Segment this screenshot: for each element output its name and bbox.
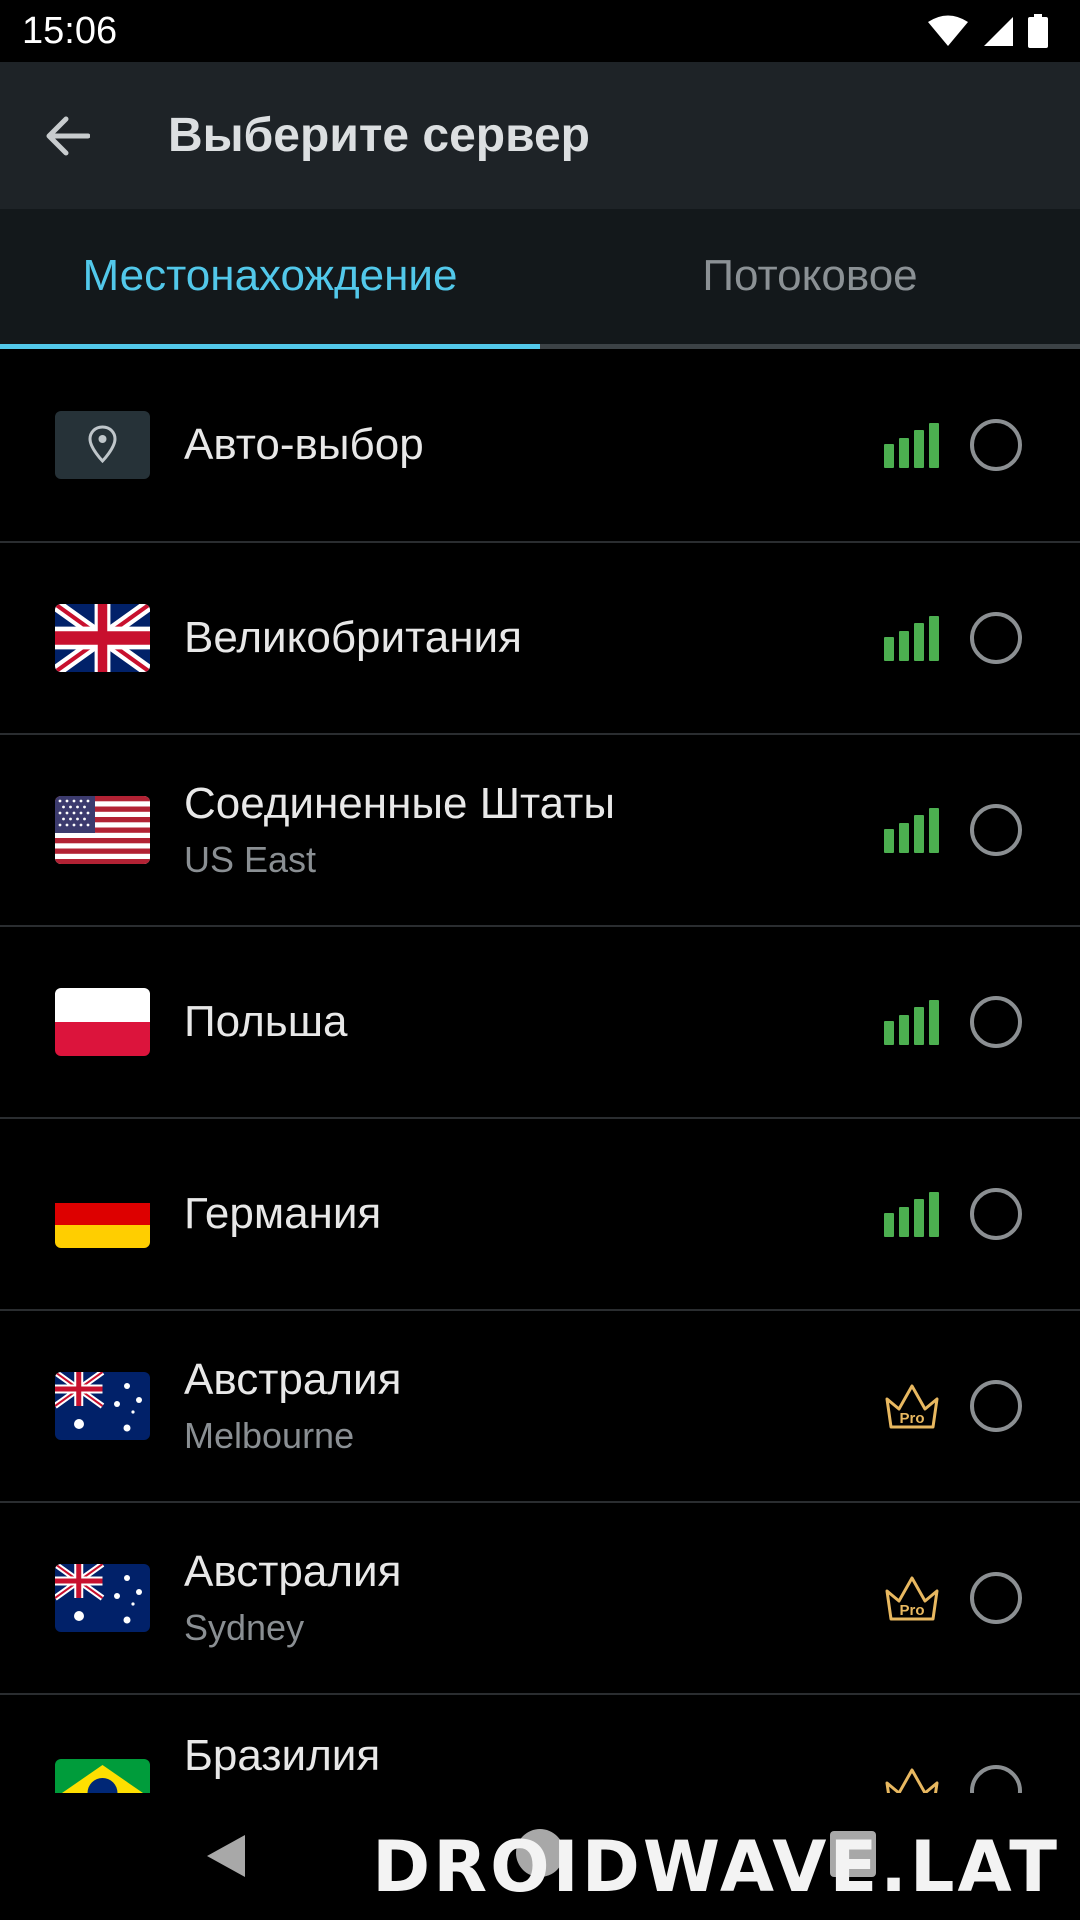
watermark: DROIDWAVE.LAT [372,1826,1060,1908]
server-city: US East [184,839,317,881]
status-bar: 15:06 [0,0,1080,62]
arrow-back-icon [46,116,90,155]
signal-strength-icon [884,1192,939,1237]
uk-flag-icon [55,604,150,672]
status-icons [928,14,1048,48]
radio-button[interactable] [970,612,1022,664]
server-list: Авто-выбор Великобритания Соединенные Шт… [0,349,1080,1793]
back-button[interactable] [22,91,112,181]
server-name: Бразилия [184,1731,381,1780]
server-city: Sydney [184,1607,305,1649]
server-row-brazil[interactable]: Бразилия [0,1695,1080,1793]
pro-badge-text: Pro [899,1602,924,1619]
server-row-uk[interactable]: Великобритания [0,543,1080,735]
radio-button[interactable] [970,1572,1022,1624]
server-city: Melbourne [184,1415,355,1457]
germany-flag-icon [55,1180,150,1248]
radio-button[interactable] [970,1188,1022,1240]
app-bar: Выберите сервер [0,62,1080,209]
us-flag-icon [55,796,150,864]
server-row-australia-sydney[interactable]: Австралия Sydney Pro [0,1503,1080,1695]
radio-button[interactable] [970,1765,1022,1793]
radio-button[interactable] [970,1380,1022,1432]
battery-icon [1028,14,1048,48]
tab-streaming[interactable]: Потоковое [540,209,1080,349]
tab-streaming-label: Потоковое [702,251,918,300]
brazil-flag-icon [55,1759,150,1793]
status-time: 15:06 [22,9,118,52]
nav-back-icon[interactable] [205,1833,247,1879]
server-row-australia-melbourne[interactable]: Австралия Melbourne Pro [0,1311,1080,1503]
server-name: Австралия [184,1354,402,1404]
wifi-icon [928,15,968,46]
server-name: Авто-выбор [184,419,424,469]
signal-strength-icon [884,423,939,468]
signal-strength-icon [884,616,939,661]
australia-flag-icon [55,1564,150,1632]
server-row-germany[interactable]: Германия [0,1119,1080,1311]
server-row-us[interactable]: Соединенные Штаты US East [0,735,1080,927]
radio-button[interactable] [970,804,1022,856]
server-name: Соединенные Штаты [184,778,615,828]
australia-flag-icon [55,1372,150,1440]
radio-button[interactable] [970,419,1022,471]
pro-badge-text: Pro [899,1410,924,1427]
pro-crown-icon: Pro [885,1384,939,1429]
tab-location[interactable]: Местонахождение [0,209,540,349]
signal-strength-icon [884,808,939,853]
tab-bar: Местонахождение Потоковое [0,209,1080,349]
cellular-signal-icon [984,17,1013,46]
server-name: Польша [184,996,348,1046]
server-name: Германия [184,1188,382,1238]
pro-crown-icon [885,1768,939,1793]
server-name: Великобритания [184,612,522,662]
radio-button[interactable] [970,996,1022,1048]
server-row-auto[interactable]: Авто-выбор [0,349,1080,543]
poland-flag-icon [55,988,150,1056]
page-title: Выберите сервер [168,109,590,162]
pro-crown-icon: Pro [885,1576,939,1621]
location-pin-icon [55,411,150,479]
server-name: Австралия [184,1546,402,1596]
server-row-poland[interactable]: Польша [0,927,1080,1119]
signal-strength-icon [884,1000,939,1045]
tab-location-label: Местонахождение [82,251,458,300]
